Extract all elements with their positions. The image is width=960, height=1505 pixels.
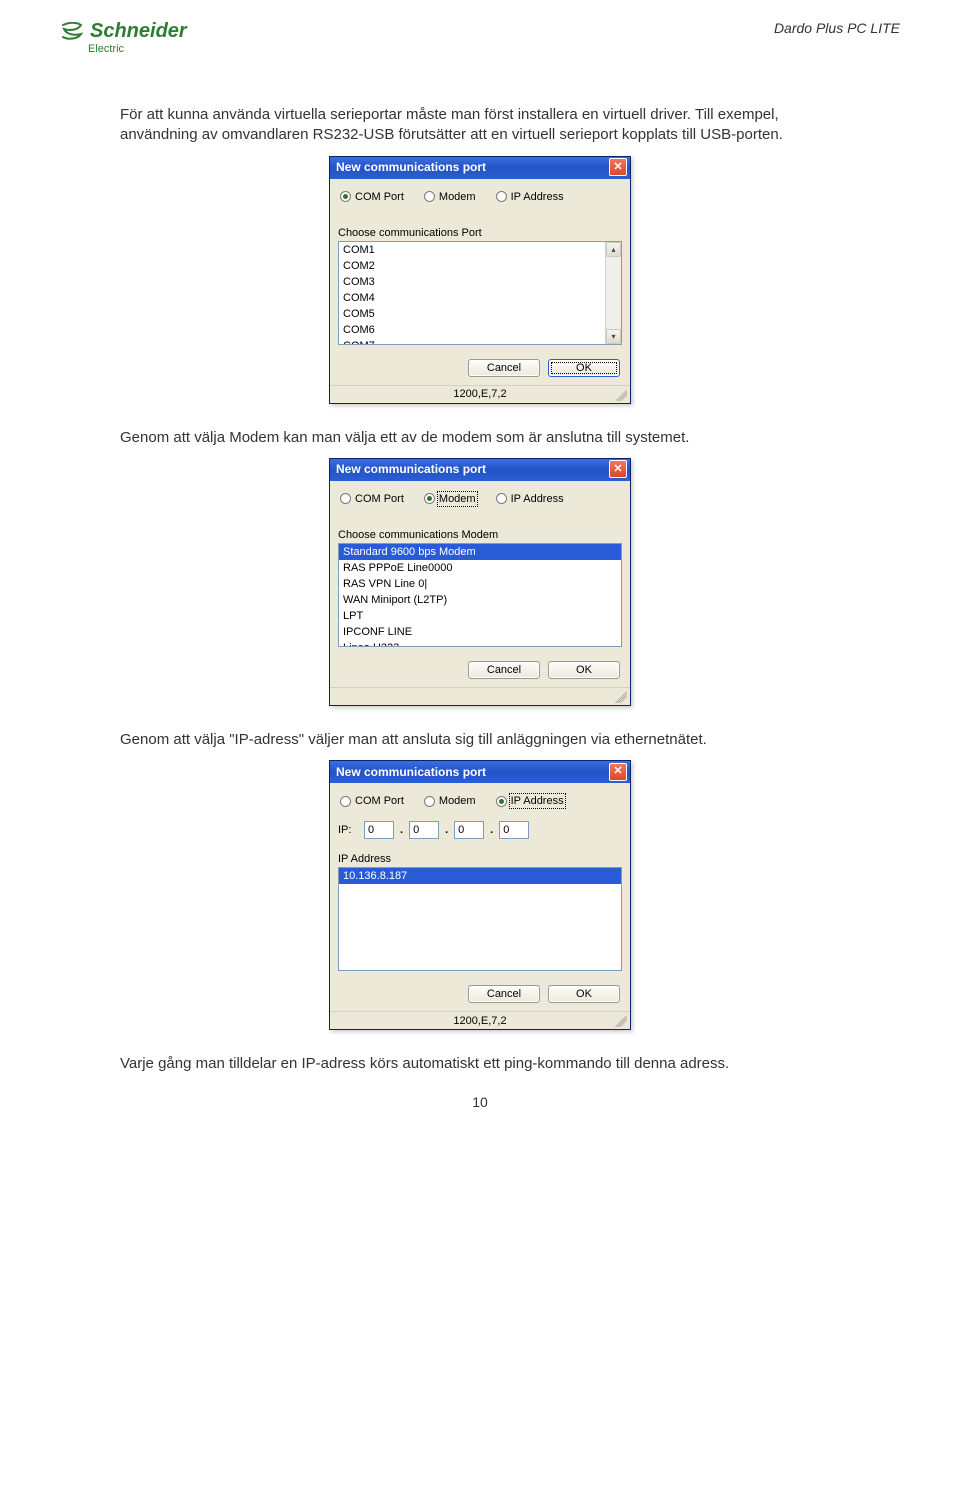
radio-ip-address[interactable] — [496, 191, 507, 202]
radio-modem[interactable] — [424, 493, 435, 504]
port-type-radios: COM Port Modem IP Address — [338, 791, 622, 817]
list-item[interactable]: COM2 — [339, 258, 605, 274]
paragraph-2: Genom att välja Modem kan man välja ett … — [120, 428, 840, 448]
modem-listbox[interactable]: Standard 9600 bps Modem RAS PPPoE Line00… — [338, 543, 622, 647]
radio-modem[interactable] — [424, 191, 435, 202]
close-icon[interactable]: ✕ — [609, 460, 627, 478]
ip-octet-4[interactable]: 0 — [499, 821, 529, 839]
scroll-down-icon[interactable]: ▾ — [606, 329, 621, 344]
brand-logo: Schneider Electric — [60, 20, 187, 55]
close-icon[interactable]: ✕ — [609, 158, 627, 176]
scrollbar[interactable]: ▴ ▾ — [605, 242, 621, 344]
radio-com-port[interactable] — [340, 493, 351, 504]
com-port-listbox[interactable]: COM1 COM2 COM3 COM4 COM5 COM6 COM7 ▴ ▾ — [338, 241, 622, 345]
page-header: Schneider Electric Dardo Plus PC LITE — [60, 20, 900, 55]
listbox-label: Choose communications Modem — [338, 529, 622, 541]
ok-button[interactable]: OK — [548, 985, 620, 1003]
list-item[interactable]: COM1 — [339, 242, 605, 258]
list-item[interactable]: IPCONF LINE — [339, 624, 621, 640]
radio-label-com: COM Port — [355, 795, 404, 807]
dialog-title: New communications port — [336, 765, 486, 779]
list-item[interactable]: COM4 — [339, 290, 605, 306]
titlebar: New communications port ✕ — [330, 761, 630, 783]
titlebar: New communications port ✕ — [330, 157, 630, 179]
dialog-ip-address: New communications port ✕ COM Port Modem… — [329, 760, 631, 1030]
radio-label-ip: IP Address — [511, 191, 564, 203]
document-title: Dardo Plus PC LITE — [774, 20, 900, 36]
radio-label-modem: Modem — [439, 191, 476, 203]
status-text: 1200,E,7,2 — [453, 388, 506, 400]
logo-icon — [60, 22, 84, 42]
radio-modem[interactable] — [424, 796, 435, 807]
dialog-com-port: New communications port ✕ COM Port Modem… — [329, 156, 631, 404]
list-item[interactable]: COM6 — [339, 322, 605, 338]
resize-grip-icon — [615, 389, 627, 401]
ip-octet-3[interactable]: 0 — [454, 821, 484, 839]
brand-name: Schneider — [90, 20, 187, 43]
cancel-button[interactable]: Cancel — [468, 359, 540, 377]
cancel-button[interactable]: Cancel — [468, 985, 540, 1003]
radio-ip-address[interactable] — [496, 796, 507, 807]
paragraph-3: Genom att välja "IP-adress" väljer man a… — [120, 730, 840, 750]
ip-octet-2[interactable]: 0 — [409, 821, 439, 839]
port-type-radios: COM Port Modem IP Address — [338, 489, 622, 515]
titlebar: New communications port ✕ — [330, 459, 630, 481]
ok-button[interactable]: OK — [548, 661, 620, 679]
cancel-button[interactable]: Cancel — [468, 661, 540, 679]
paragraph-1: För att kunna använda virtuella seriepor… — [120, 105, 840, 146]
list-item[interactable]: WAN Miniport (L2TP) — [339, 592, 621, 608]
list-item[interactable]: 10.136.8.187 — [339, 868, 621, 884]
brand-subline: Electric — [88, 43, 187, 55]
ip-octet-1[interactable]: 0 — [364, 821, 394, 839]
statusbar: 1200,E,7,2 — [330, 1011, 630, 1029]
close-icon[interactable]: ✕ — [609, 763, 627, 781]
ip-label: IP: — [338, 824, 358, 836]
dialog-title: New communications port — [336, 462, 486, 476]
statusbar: 1200,E,7,2 — [330, 385, 630, 403]
radio-com-port[interactable] — [340, 191, 351, 202]
statusbar — [330, 687, 630, 705]
page-number: 10 — [60, 1094, 900, 1110]
radio-com-port[interactable] — [340, 796, 351, 807]
radio-label-ip: IP Address — [511, 493, 564, 505]
list-item[interactable]: Linea H323 — [339, 640, 621, 647]
list-item[interactable]: COM5 — [339, 306, 605, 322]
radio-label-ip: IP Address — [511, 795, 564, 807]
radio-label-modem: Modem — [439, 493, 476, 505]
resize-grip-icon — [615, 1015, 627, 1027]
dialog-title: New communications port — [336, 160, 486, 174]
ip-address-listbox[interactable]: 10.136.8.187 — [338, 867, 622, 971]
radio-ip-address[interactable] — [496, 493, 507, 504]
listbox-label: IP Address — [338, 853, 622, 865]
port-type-radios: COM Port Modem IP Address — [338, 187, 622, 213]
ok-button[interactable]: OK — [548, 359, 620, 377]
list-item[interactable]: Standard 9600 bps Modem — [339, 544, 621, 560]
list-item[interactable]: LPT — [339, 608, 621, 624]
list-item[interactable]: COM7 — [339, 338, 605, 345]
radio-label-modem: Modem — [439, 795, 476, 807]
list-item[interactable]: RAS PPPoE Line0000 — [339, 560, 621, 576]
scroll-up-icon[interactable]: ▴ — [606, 242, 621, 257]
radio-label-com: COM Port — [355, 191, 404, 203]
listbox-label: Choose communications Port — [338, 227, 622, 239]
dialog-modem: New communications port ✕ COM Port Modem… — [329, 458, 631, 706]
radio-label-com: COM Port — [355, 493, 404, 505]
paragraph-4: Varje gång man tilldelar en IP-adress kö… — [120, 1054, 840, 1074]
status-text: 1200,E,7,2 — [453, 1015, 506, 1027]
list-item[interactable]: RAS VPN Line 0| — [339, 576, 621, 592]
resize-grip-icon — [615, 691, 627, 703]
list-item[interactable]: COM3 — [339, 274, 605, 290]
